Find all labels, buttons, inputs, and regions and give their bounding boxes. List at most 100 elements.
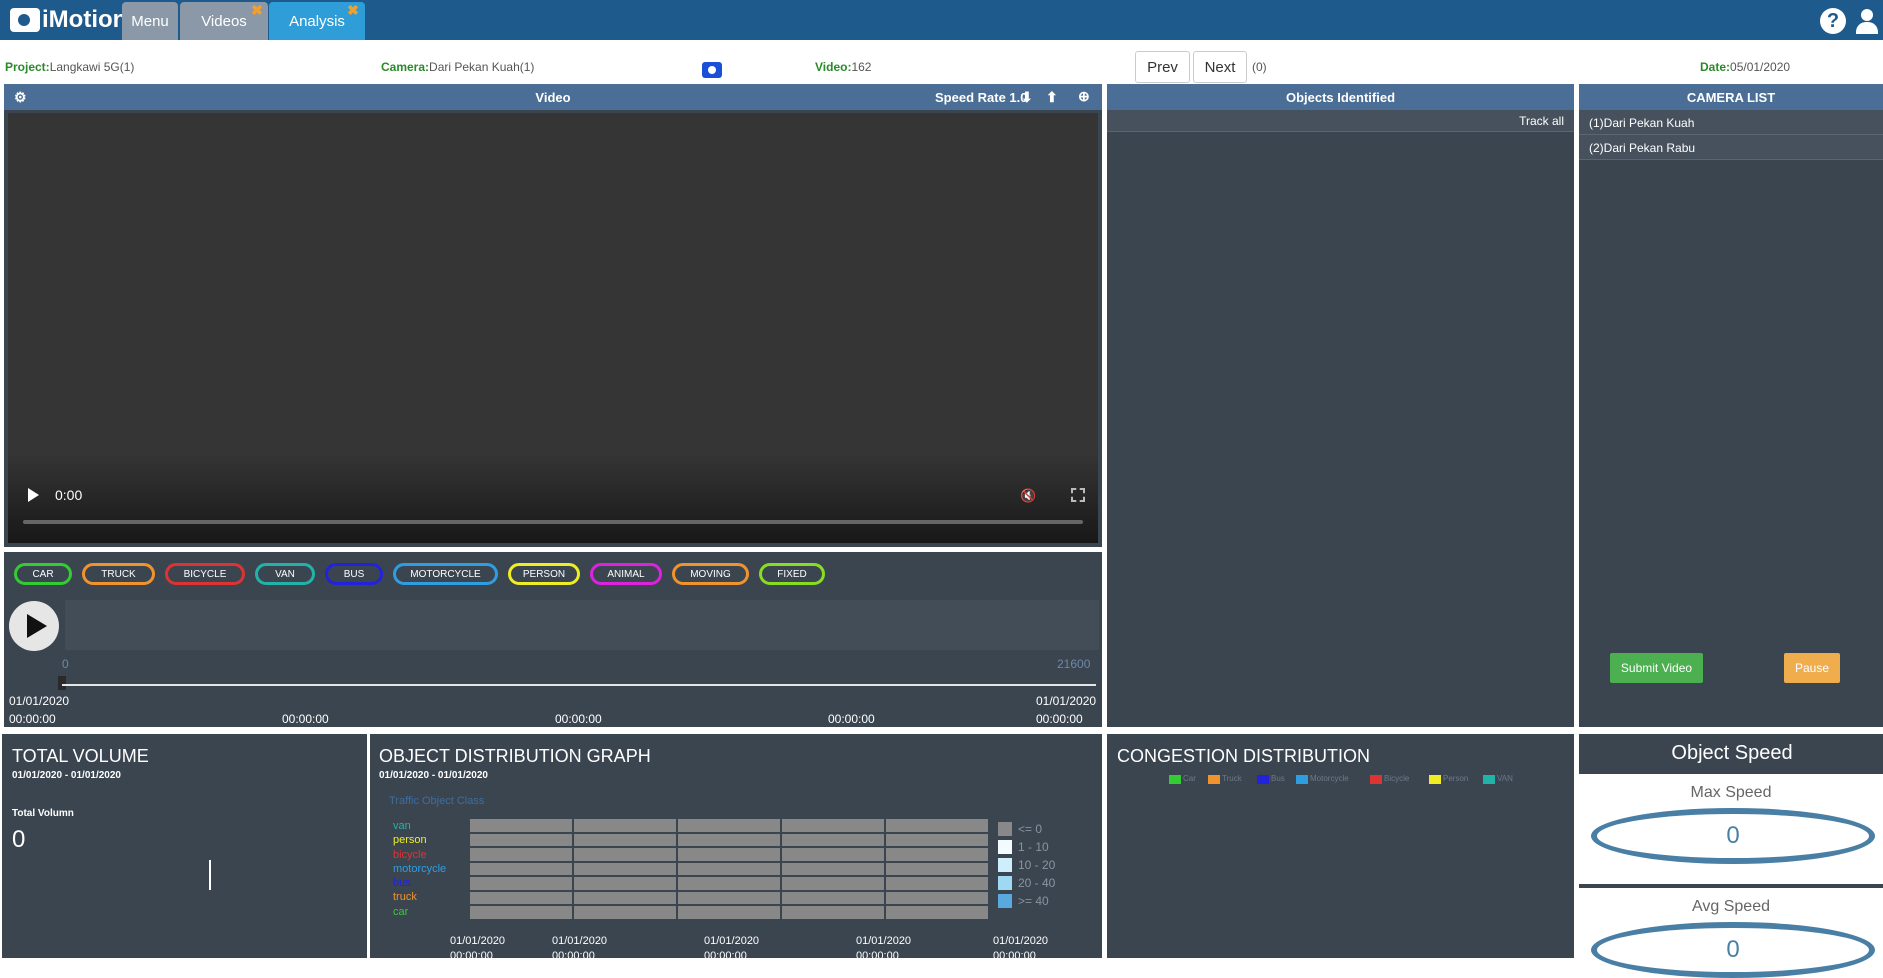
- heatmap-cell: [470, 877, 572, 890]
- legend-swatch: [998, 894, 1012, 908]
- speed-rate-label: Speed Rate 1.0: [935, 90, 1028, 105]
- snapshot-camera-icon[interactable]: [702, 62, 722, 78]
- heatmap-cell: [470, 848, 572, 861]
- pause-button[interactable]: Pause: [1784, 653, 1840, 683]
- objects-identified-header: Objects Identified: [1107, 84, 1574, 110]
- camera-list-item[interactable]: (2)Dari Pekan Rabu: [1579, 135, 1883, 160]
- project-value: Langkawi 5G(1): [49, 60, 135, 74]
- heatmap-cell: [470, 833, 572, 847]
- submit-video-button[interactable]: Submit Video: [1610, 653, 1703, 683]
- filter-chip-moving[interactable]: MOVING: [672, 563, 749, 585]
- filter-chip-bicycle[interactable]: BICYCLE: [165, 563, 245, 585]
- congestion-legend-label: Bus: [1271, 774, 1285, 783]
- heatmap-cell: [886, 906, 988, 919]
- timeline-date-left: 01/01/2020: [9, 694, 70, 708]
- heatmap-cell: [886, 819, 988, 832]
- heatmap-cell: [574, 862, 676, 876]
- x-time: 00:00:00: [450, 950, 493, 962]
- congestion-legend-swatch: [1483, 775, 1495, 784]
- filter-chip-van[interactable]: VAN: [255, 563, 315, 585]
- heatmap-cell: [470, 819, 572, 832]
- congestion-legend-label: Truck: [1222, 774, 1242, 783]
- speed-up-icon[interactable]: ⬆: [1046, 89, 1058, 106]
- filter-chip-bus[interactable]: BUS: [325, 563, 383, 585]
- next-button[interactable]: Next: [1193, 51, 1247, 83]
- close-videos-tab-icon[interactable]: ✖: [250, 3, 264, 17]
- heatmap-cell: [574, 848, 676, 861]
- timeline-end: 21600: [1057, 657, 1091, 671]
- x-date: 01/01/2020: [704, 935, 760, 947]
- camera-list-header: CAMERA LIST: [1579, 84, 1883, 110]
- text-cursor: [209, 860, 211, 890]
- class-label-bus: bus: [393, 877, 411, 890]
- avg-speed-box: Avg Speed 0: [1579, 888, 1883, 978]
- filter-chip-person[interactable]: PERSON: [508, 563, 580, 585]
- legend-swatch: [998, 876, 1012, 890]
- filter-chip-truck[interactable]: TRUCK: [82, 563, 155, 585]
- heatmap-cell: [470, 891, 572, 905]
- timeline-slider[interactable]: [62, 684, 1096, 686]
- class-label-person: person: [393, 834, 427, 847]
- heatmap-cell: [782, 891, 884, 905]
- heatmap-cell: [886, 862, 988, 876]
- total-volume-range: 01/01/2020 - 01/01/2020: [12, 770, 121, 781]
- track-all-link[interactable]: Track all: [1519, 114, 1564, 128]
- user-icon[interactable]: [1854, 8, 1880, 34]
- congestion-legend-swatch: [1208, 775, 1220, 784]
- heatmap-cell: [782, 848, 884, 861]
- timeline-handle[interactable]: [58, 676, 66, 690]
- add-icon[interactable]: ⊕: [1078, 88, 1090, 105]
- x-date: 01/01/2020: [450, 935, 506, 947]
- class-label-van: van: [393, 820, 411, 832]
- timeline-track[interactable]: [65, 600, 1099, 650]
- date-value: 05/01/2020: [1730, 60, 1791, 74]
- heatmap-cell: [782, 819, 884, 832]
- video-panel-header: ⚙ Video Speed Rate 1.0 ⬇ ⬆ ⊕: [4, 84, 1102, 110]
- class-label-bicycle: bicycle: [393, 848, 427, 861]
- legend-swatch: [998, 840, 1012, 854]
- legend-label: >= 40: [1018, 894, 1049, 908]
- video-play-icon[interactable]: [28, 488, 39, 502]
- camera-info: Camera:Dari Pekan Kuah(1): [381, 60, 535, 74]
- legend-swatch: [998, 822, 1012, 836]
- x-time: 00:00:00: [993, 950, 1036, 962]
- play-button[interactable]: [9, 601, 59, 651]
- info-bar: Project:Langkawi 5G(1) Camera:Dari Pekan…: [0, 40, 1883, 84]
- x-date: 01/01/2020: [993, 935, 1049, 947]
- heatmap-cell: [574, 819, 676, 832]
- congestion-legend-swatch: [1296, 775, 1308, 784]
- congestion-legend-label: Person: [1443, 774, 1469, 783]
- congestion-legend-swatch: [1370, 775, 1382, 784]
- camera-logo-icon: [10, 8, 40, 32]
- timeline-time: 00:00:00: [1036, 712, 1083, 726]
- video-progress-bar[interactable]: [23, 520, 1083, 524]
- filter-chip-animal[interactable]: ANIMAL: [590, 563, 662, 585]
- heatmap-cell: [782, 877, 884, 890]
- fullscreen-icon[interactable]: [1071, 488, 1085, 502]
- total-volume-panel: TOTAL VOLUME 01/01/2020 - 01/01/2020 Tot…: [2, 734, 367, 958]
- tab-menu[interactable]: Menu: [122, 2, 178, 40]
- app-logo[interactable]: iMotion: [10, 6, 127, 34]
- filter-chip-motorcycle[interactable]: MOTORCYCLE: [393, 563, 498, 585]
- heatmap-cell: [886, 833, 988, 847]
- prev-button[interactable]: Prev: [1135, 51, 1190, 83]
- speed-down-icon[interactable]: ⬇: [1021, 89, 1033, 106]
- close-analysis-tab-icon[interactable]: ✖: [346, 3, 360, 17]
- help-icon[interactable]: ?: [1820, 8, 1846, 34]
- congestion-title: CONGESTION DISTRIBUTION: [1117, 746, 1371, 766]
- legend-label: 20 - 40: [1018, 876, 1056, 890]
- heatmap-cell: [574, 833, 676, 847]
- gear-icon[interactable]: ⚙: [14, 89, 27, 106]
- camera-list-item[interactable]: (1)Dari Pekan Kuah: [1579, 110, 1883, 135]
- congestion-legend-label: Motorcycle: [1310, 774, 1349, 783]
- filter-chip-car[interactable]: CAR: [14, 563, 72, 585]
- filter-chip-fixed[interactable]: FIXED: [759, 563, 825, 585]
- congestion-legend-swatch: [1169, 775, 1181, 784]
- distribution-range: 01/01/2020 - 01/01/2020: [379, 770, 488, 781]
- video-player[interactable]: 0:00 🔇: [8, 113, 1098, 543]
- total-volume-title: TOTAL VOLUME: [12, 746, 149, 766]
- mute-icon[interactable]: 🔇: [1020, 488, 1036, 503]
- legend-label: 10 - 20: [1018, 858, 1056, 872]
- legend-swatch: [998, 858, 1012, 872]
- video-time: 0:00: [55, 487, 83, 503]
